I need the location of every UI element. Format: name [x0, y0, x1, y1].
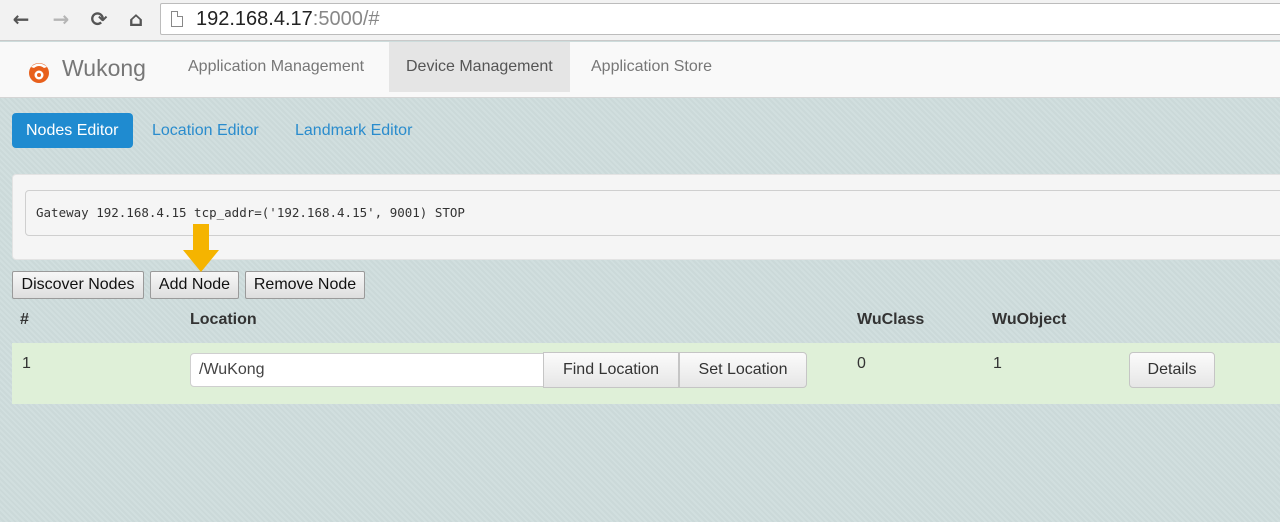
page-icon: [171, 11, 183, 27]
add-node-button[interactable]: Add Node: [150, 271, 239, 299]
column-header-wuobject: WuObject: [992, 311, 1067, 328]
url-host: 192.168.4.17: [196, 8, 313, 30]
reload-icon[interactable]: ⟳: [86, 6, 112, 32]
details-button[interactable]: Details: [1129, 352, 1215, 388]
remove-node-button[interactable]: Remove Node: [245, 271, 365, 299]
nav-application-store[interactable]: Application Store: [574, 42, 729, 92]
column-header-index: #: [20, 311, 29, 328]
url-path: :5000/#: [312, 8, 380, 30]
home-icon[interactable]: ⌂: [123, 6, 149, 32]
find-location-button[interactable]: Find Location: [543, 352, 679, 388]
tab-location-editor[interactable]: Location Editor: [138, 113, 273, 148]
set-location-button[interactable]: Set Location: [679, 352, 807, 388]
wuclass-count: 0: [857, 355, 866, 372]
address-bar[interactable]: 192.168.4.17:5000/#: [160, 3, 1280, 35]
node-index: 1: [22, 355, 31, 372]
back-icon[interactable]: ←: [8, 6, 34, 32]
column-header-wuclass: WuClass: [857, 311, 925, 328]
nav-application-management[interactable]: Application Management: [171, 42, 381, 92]
wukong-logo-icon: [29, 63, 49, 83]
browser-toolbar: ← → ⟳ ⌂ 192.168.4.17:5000/#: [0, 0, 1280, 41]
wuobject-count: 1: [993, 355, 1002, 372]
brand-name[interactable]: Wukong: [62, 55, 146, 82]
location-input[interactable]: [190, 353, 544, 387]
page-background: [0, 97, 1280, 522]
tab-landmark-editor[interactable]: Landmark Editor: [281, 113, 426, 148]
highlight-arrow-icon: [183, 224, 219, 272]
url-text: 192.168.4.17:5000/#: [196, 8, 380, 31]
nav-device-management[interactable]: Device Management: [389, 42, 570, 92]
column-header-location: Location: [190, 311, 257, 328]
discover-nodes-button[interactable]: Discover Nodes: [12, 271, 144, 299]
tab-nodes-editor[interactable]: Nodes Editor: [12, 113, 133, 148]
forward-icon[interactable]: →: [48, 6, 74, 32]
